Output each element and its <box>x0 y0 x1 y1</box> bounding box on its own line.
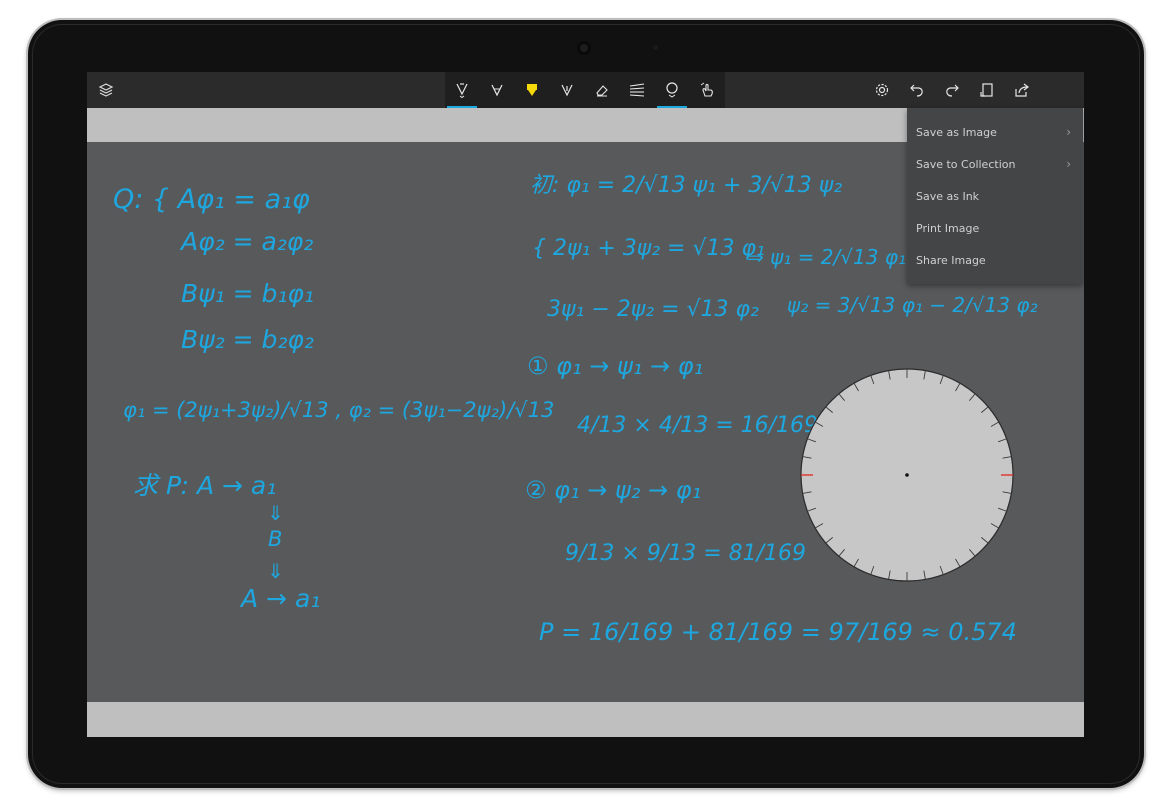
ink-line: ② φ₁ → ψ₂ → φ₁ <box>525 476 701 504</box>
menu-item-print-image[interactable]: Print Image <box>907 212 1083 244</box>
share-menu: Save as Image › Save to Collection › Sav… <box>907 108 1083 284</box>
pen-toolbar-group <box>445 72 725 108</box>
ink-line: B <box>268 527 282 551</box>
menu-item-save-to-collection[interactable]: Save to Collection › <box>907 148 1083 180</box>
camera-sensor <box>653 45 658 50</box>
share-icon[interactable] <box>1005 72 1039 108</box>
menu-item-label: Share Image <box>916 253 986 267</box>
menu-item-share-image[interactable]: Share Image <box>907 244 1083 276</box>
chevron-right-icon: › <box>1066 125 1071 139</box>
eraser-icon[interactable] <box>585 72 619 108</box>
ink-line: P = 16/169 + 81/169 = 97/169 ≈ 0.574 <box>539 618 1017 646</box>
layers-icon[interactable] <box>89 72 123 108</box>
menu-item-label: Save as Ink <box>916 189 980 203</box>
selected-indicator <box>657 106 687 108</box>
toolbar <box>87 72 1084 108</box>
redo-icon[interactable] <box>935 72 969 108</box>
ink-line: 9/13 × 9/13 = 81/169 <box>565 541 806 566</box>
ink-line: 4/13 × 4/13 = 16/169 <box>577 413 818 438</box>
ink-line: { 2ψ₁ + 3ψ₂ = √13 φ₁ <box>532 236 765 261</box>
ink-line: ① φ₁ → ψ₁ → φ₁ <box>527 352 703 380</box>
ink-line: 求 P: A → a₁ <box>133 471 276 500</box>
app-screen: Q: { Aφ₁ = a₁φ Aφ₂ = a₂φ₂ Bψ₁ = b₁φ₁ Bψ₂… <box>87 72 1084 737</box>
protractor-icon[interactable] <box>655 72 689 108</box>
calligraphy-pen-icon[interactable] <box>550 72 584 108</box>
ballpoint-pen-icon[interactable] <box>445 72 479 108</box>
ink-line: ψ₂ = 3/√13 φ₁ − 2/√13 φ₂ <box>787 293 1038 317</box>
protractor-tool[interactable] <box>800 368 1014 582</box>
ink-line: Bψ₂ = b₂φ₂ <box>181 325 314 354</box>
menu-item-save-as-ink[interactable]: Save as Ink <box>907 180 1083 212</box>
ink-line: Q: { Aφ₁ = a₁φ <box>113 184 310 215</box>
menu-item-save-as-image[interactable]: Save as Image › <box>907 116 1083 148</box>
ink-line: 初: φ₁ = 2/√13 ψ₁ + 3/√13 ψ₂ <box>530 173 842 198</box>
ink-line: φ₁ = (2ψ₁+3ψ₂)/√13 , φ₂ = (3ψ₁−2ψ₂)/√13 <box>123 398 554 422</box>
protractor-center-dot <box>905 473 909 477</box>
chevron-right-icon: › <box>1066 157 1071 171</box>
menu-item-label: Print Image <box>916 221 980 235</box>
ink-line: A → a₁ <box>239 584 320 613</box>
front-camera <box>577 41 591 55</box>
menu-item-label: Save as Image <box>916 125 997 139</box>
ink-line: ⇓ <box>267 501 284 525</box>
ink-line: 3ψ₁ − 2ψ₂ = √13 φ₂ <box>547 297 759 322</box>
ink-line: Aφ₂ = a₂φ₂ <box>179 227 313 256</box>
menu-item-label: Save to Collection <box>916 157 1016 171</box>
settings-icon[interactable] <box>865 72 899 108</box>
full-screen-icon[interactable] <box>970 72 1004 108</box>
ink-line: ⇓ <box>267 559 284 583</box>
touch-writing-icon[interactable] <box>690 72 724 108</box>
ink-line: Bψ₁ = b₁φ₁ <box>181 279 314 308</box>
selected-indicator <box>447 106 477 108</box>
pencil-icon[interactable] <box>480 72 514 108</box>
highlighter-icon[interactable] <box>515 72 549 108</box>
ruler-icon[interactable] <box>620 72 654 108</box>
undo-icon[interactable] <box>900 72 934 108</box>
